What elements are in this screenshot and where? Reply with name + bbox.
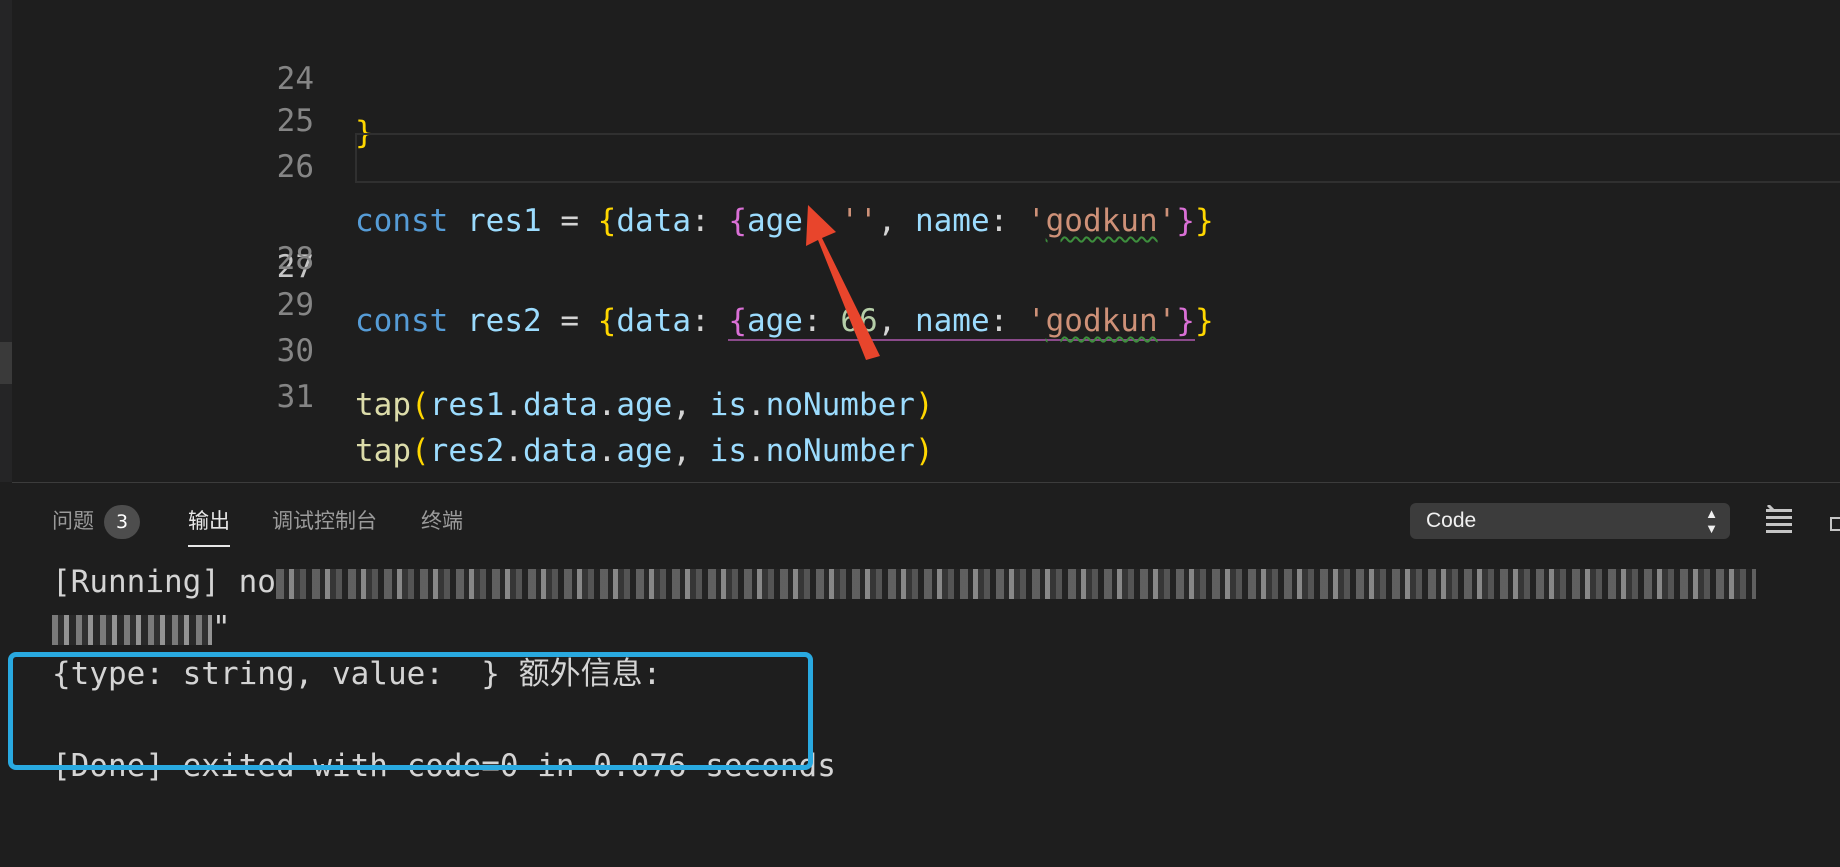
annotation-arrow <box>806 205 880 360</box>
